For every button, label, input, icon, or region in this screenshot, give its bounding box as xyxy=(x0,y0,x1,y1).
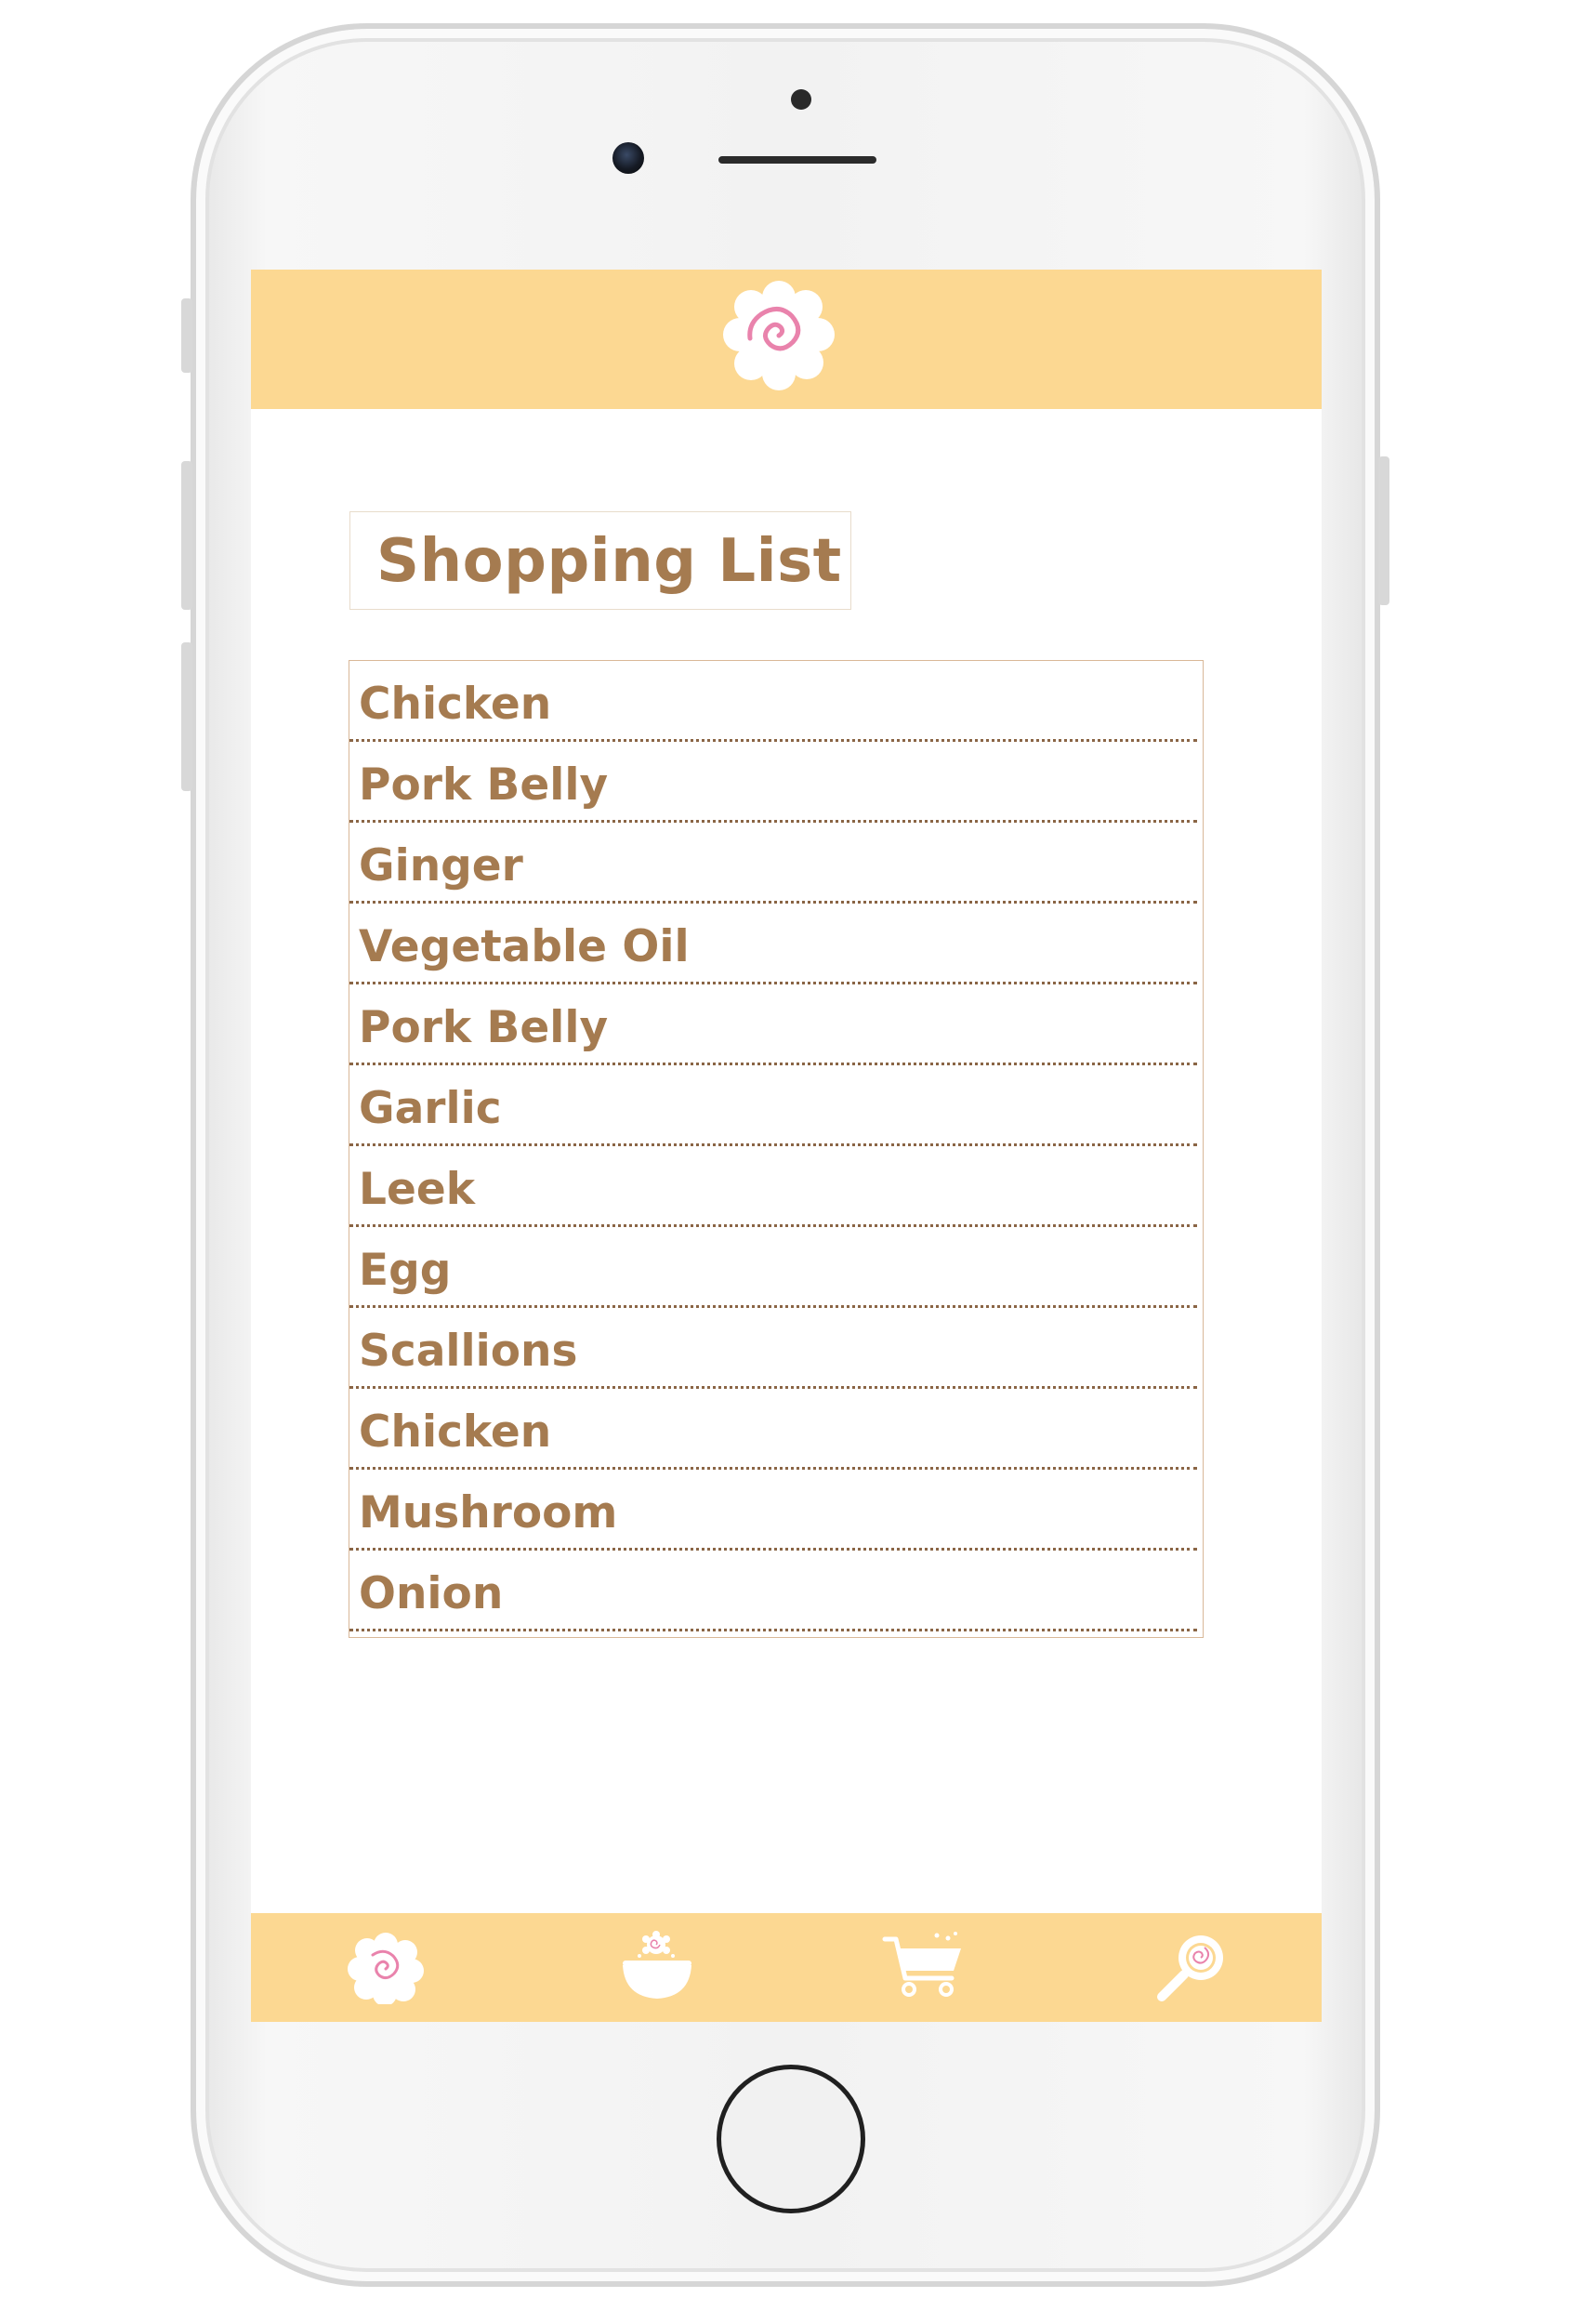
list-item-label: Onion xyxy=(359,1568,504,1619)
list-item[interactable]: Onion xyxy=(349,1551,1197,1631)
list-item[interactable]: Vegetable Oil xyxy=(349,904,1197,984)
list-item[interactable]: Leek xyxy=(349,1146,1197,1227)
proximity-sensor xyxy=(791,89,811,110)
list-item[interactable]: Chicken xyxy=(349,1389,1197,1470)
page-title: Shopping List xyxy=(376,527,842,596)
app-screen: Shopping List Chicken Pork Belly Ginger … xyxy=(251,270,1322,2022)
nav-home-button[interactable] xyxy=(344,1930,428,2006)
list-item[interactable]: Pork Belly xyxy=(349,742,1197,823)
list-item-label: Egg xyxy=(359,1245,452,1296)
list-item[interactable]: Chicken xyxy=(349,661,1197,742)
list-item-label: Scallions xyxy=(359,1326,578,1377)
mute-switch xyxy=(181,298,192,373)
naruto-fishcake-icon xyxy=(348,1933,424,2006)
list-item-label: Leek xyxy=(359,1164,475,1215)
list-item-label: Ginger xyxy=(359,840,523,891)
nav-cart-button[interactable] xyxy=(881,1930,965,2004)
list-item-label: Chicken xyxy=(359,679,552,730)
shopping-list: Chicken Pork Belly Ginger Vegetable Oil … xyxy=(349,660,1204,1638)
list-item[interactable]: Garlic xyxy=(349,1065,1197,1146)
shopping-cart-icon xyxy=(882,1932,961,1997)
naruto-fishcake-icon[interactable] xyxy=(721,281,836,390)
title-box: Shopping List xyxy=(349,511,851,610)
bottom-nav xyxy=(251,1913,1322,2022)
front-camera xyxy=(612,142,644,174)
top-bar xyxy=(251,270,1322,409)
list-item-label: Pork Belly xyxy=(359,1002,609,1053)
volume-down-button xyxy=(181,642,192,791)
home-button[interactable] xyxy=(717,2065,865,2213)
nav-search-button[interactable] xyxy=(1152,1930,1236,2004)
volume-up-button xyxy=(181,461,192,610)
power-button xyxy=(1378,456,1389,605)
nav-recipes-button[interactable] xyxy=(615,1930,699,2004)
list-item-label: Chicken xyxy=(359,1406,552,1458)
list-item[interactable]: Egg xyxy=(349,1227,1197,1308)
earpiece-speaker xyxy=(718,156,876,164)
list-item[interactable]: Mushroom xyxy=(349,1470,1197,1551)
list-item[interactable]: Pork Belly xyxy=(349,984,1197,1065)
list-item-label: Pork Belly xyxy=(359,759,609,811)
list-item-label: Vegetable Oil xyxy=(359,921,690,972)
ramen-bowl-icon xyxy=(623,1931,691,1999)
list-item[interactable]: Scallions xyxy=(349,1308,1197,1389)
list-item-label: Garlic xyxy=(359,1083,502,1134)
search-icon xyxy=(1157,1935,1223,2001)
list-item[interactable]: Ginger xyxy=(349,823,1197,904)
list-item-label: Mushroom xyxy=(359,1487,618,1538)
